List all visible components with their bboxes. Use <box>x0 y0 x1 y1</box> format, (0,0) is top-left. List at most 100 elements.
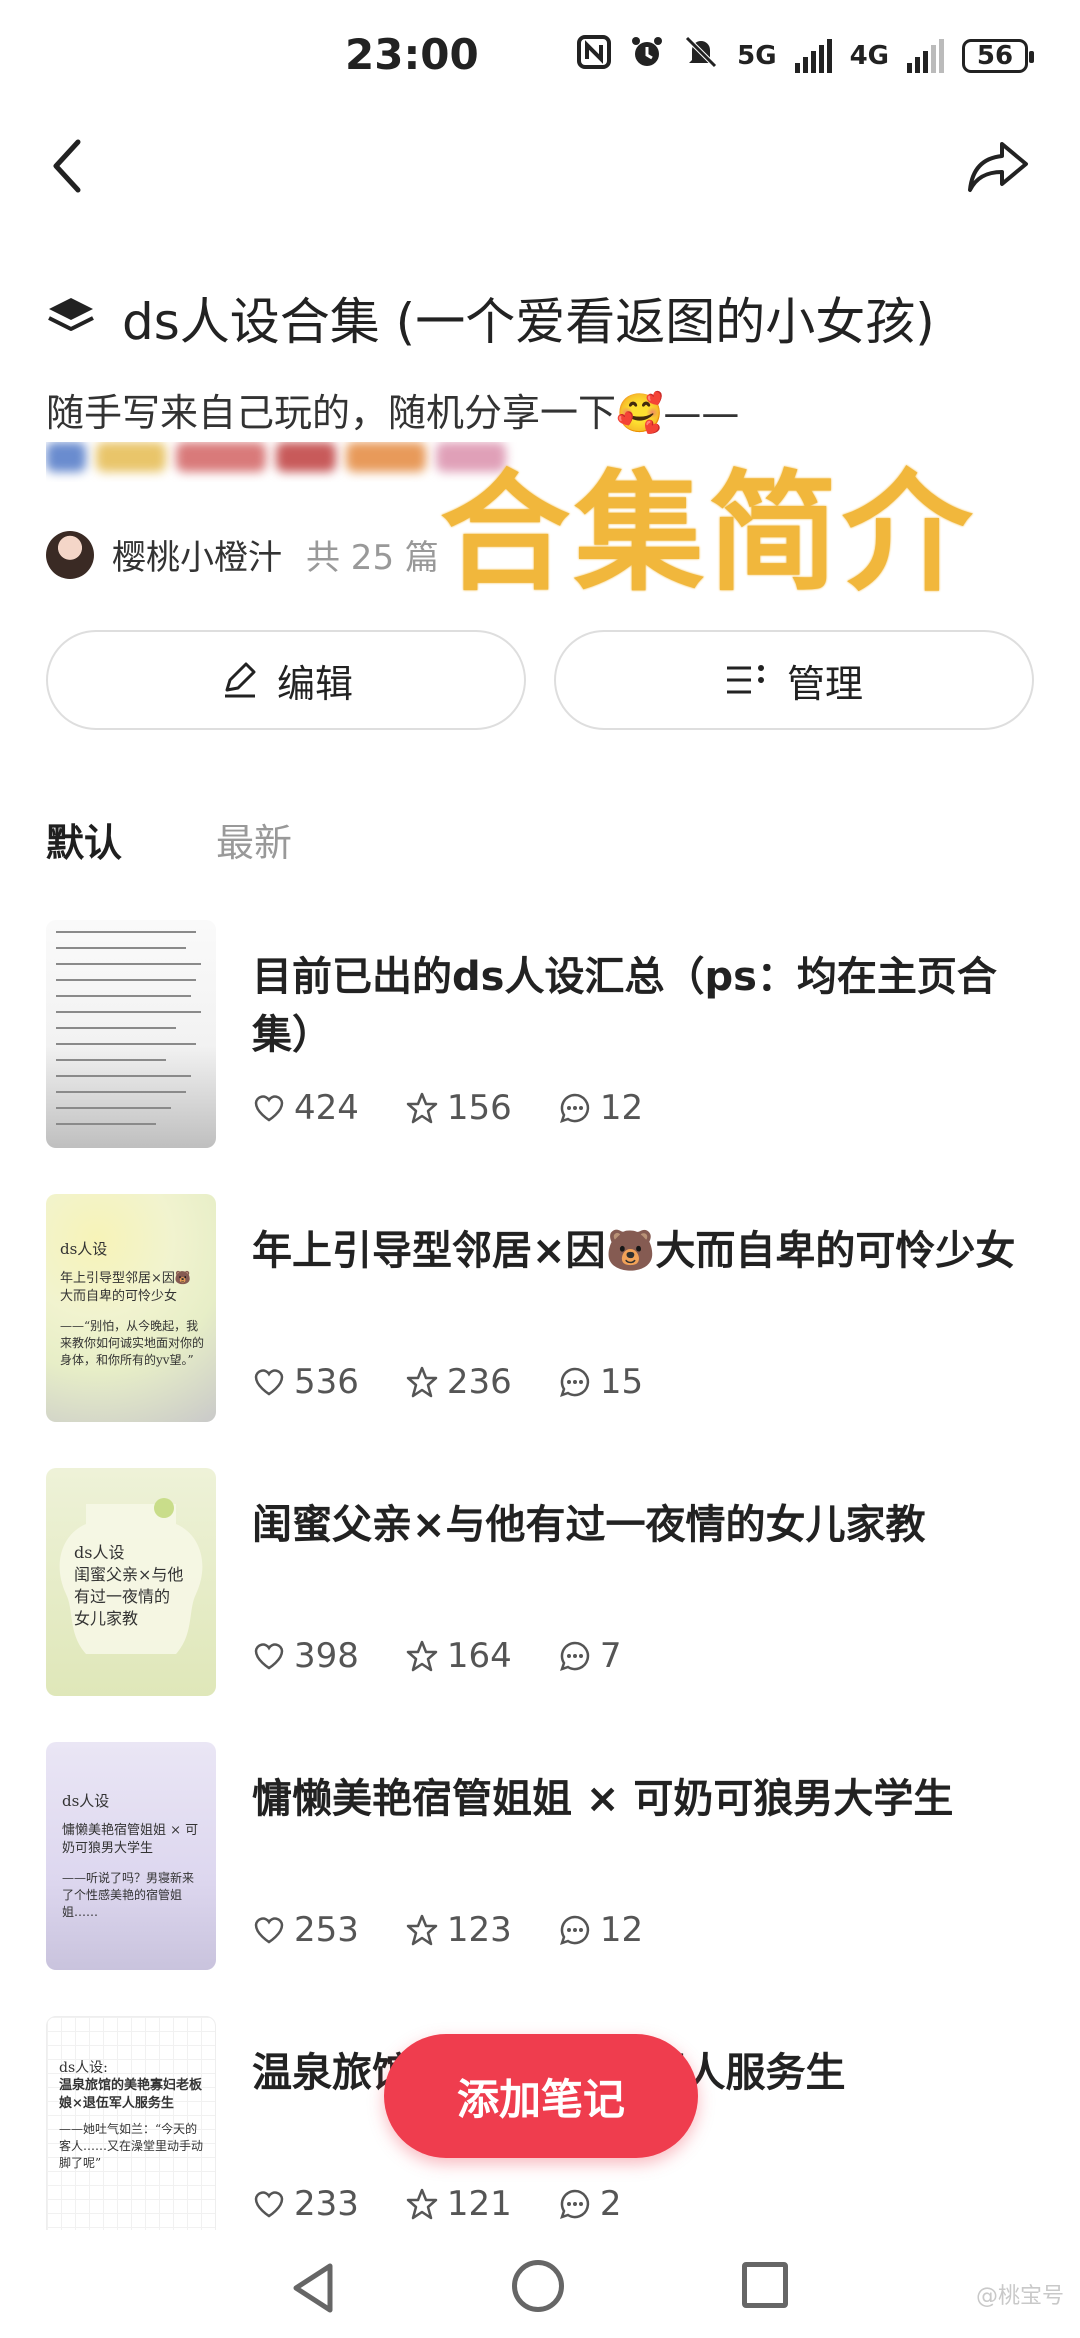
comment-stat[interactable]: 2 <box>558 2184 622 2224</box>
thumb-quote: ——听说了吗？男寝新来了个性感美艳的宿管姐姐…… <box>62 1871 195 1919</box>
thumb-tag: ds人设 <box>60 1240 108 1258</box>
note-title[interactable]: 年上引导型邻居×因🐻大而自卑的可怜少女 <box>252 1222 1042 1280</box>
note-stats: 536 236 15 <box>252 1362 643 1402</box>
heart-icon <box>254 2191 284 2218</box>
collection-title-row: ds人设合集 (一个爱看返图的小女孩) <box>46 282 935 354</box>
share-button[interactable] <box>964 136 1034 196</box>
alarm-icon <box>629 34 665 77</box>
comment-stat[interactable]: 15 <box>558 1362 643 1402</box>
note-stats: 253 123 12 <box>252 1910 643 1950</box>
like-stat[interactable]: 398 <box>252 1636 359 1676</box>
star-icon <box>406 1366 438 1398</box>
nav-back-button[interactable] <box>290 2262 336 2318</box>
nav-recents-button[interactable] <box>742 2262 788 2308</box>
like-count: 424 <box>294 1088 359 1128</box>
note-item[interactable]: ds人设 闺蜜父亲×与他 有过一夜情的 女儿家教 闺蜜父亲×与他有过一夜情的女儿… <box>46 1468 1036 1698</box>
comment-count: 12 <box>599 1910 644 1950</box>
star-stat[interactable]: 121 <box>405 2184 512 2224</box>
pencil-icon <box>224 662 256 698</box>
note-item[interactable]: ds人设 慵懒美艳宿管姐姐 × 可奶可狼男大学生 ——听说了吗？男寝新来了个性感… <box>46 1742 1036 1972</box>
comment-stat[interactable]: 7 <box>558 1636 622 1676</box>
author-name[interactable]: 樱桃小橙汁 <box>112 530 282 579</box>
like-stat[interactable]: 536 <box>252 1362 359 1402</box>
like-count: 253 <box>294 1910 359 1950</box>
network-4g-label: 4G <box>849 40 889 71</box>
layers-icon <box>48 298 94 331</box>
star-icon <box>406 1914 438 1946</box>
comment-icon <box>559 1641 589 1671</box>
share-arrow-icon <box>968 142 1028 192</box>
thumb-heading: 慵懒美艳宿管姐姐 × 可奶可狼男大学生 <box>62 1823 199 1856</box>
heart-icon <box>254 1643 284 1670</box>
edit-button[interactable]: 编辑 <box>46 630 526 730</box>
star-icon <box>406 1092 438 1124</box>
nav-home-button[interactable] <box>512 2260 564 2312</box>
author-row[interactable]: 樱桃小橙汁 共 25 篇 <box>46 530 439 579</box>
star-stat[interactable]: 236 <box>405 1362 512 1402</box>
note-title[interactable]: 慵懒美艳宿管姐姐 × 可奶可狼男大学生 <box>252 1770 1042 1828</box>
star-stat[interactable]: 123 <box>405 1910 512 1950</box>
like-stat[interactable]: 424 <box>252 1088 359 1128</box>
note-stats: 398 164 7 <box>252 1636 621 1676</box>
tab-default[interactable]: 默认 <box>46 812 122 867</box>
thumb-quote: ——“别怕，从今晚起，我来教你如何诚实地面对你的身体，和你所有的yv望。” <box>60 1319 205 1367</box>
like-count: 233 <box>294 2184 359 2224</box>
like-count: 398 <box>294 1636 359 1676</box>
battery-indicator: 56 <box>962 38 1034 73</box>
star-count: 123 <box>446 1910 512 1950</box>
avatar[interactable] <box>46 530 94 579</box>
note-count: 共 25 篇 <box>306 538 439 578</box>
star-stat[interactable]: 156 <box>405 1088 512 1128</box>
signal-5g-icon <box>794 38 832 73</box>
manage-label: 管理 <box>786 661 863 706</box>
note-title[interactable]: 闺蜜父亲×与他有过一夜情的女儿家教 <box>252 1496 1042 1554</box>
list-manage-icon <box>726 665 764 694</box>
star-count: 156 <box>446 1088 512 1128</box>
like-stat[interactable]: 233 <box>252 2184 359 2224</box>
mute-bell-icon <box>683 34 719 77</box>
comment-count: 15 <box>599 1362 644 1402</box>
heart-icon <box>254 1095 284 1122</box>
manage-button[interactable]: 管理 <box>554 630 1034 730</box>
signal-4g-icon <box>907 38 944 73</box>
thumb-title: ds人设 闺蜜父亲×与他 有过一夜情的 女儿家教 <box>74 1543 184 1628</box>
star-count: 236 <box>446 1362 512 1402</box>
note-item[interactable]: 目前已出的ds人设汇总（ps：均在主页合集） 424 156 12 <box>46 920 1036 1150</box>
collection-title: ds人设合集 (一个爱看返图的小女孩) <box>122 293 935 351</box>
like-count: 536 <box>294 1362 359 1402</box>
tab-latest[interactable]: 最新 <box>216 812 292 867</box>
thumb-heading: 年上引导型邻居×因🐻大而自卑的可怜少女 <box>60 1271 192 1304</box>
note-thumbnail: ds人设 慵懒美艳宿管姐姐 × 可奶可狼男大学生 ——听说了吗？男寝新来了个性感… <box>46 1742 216 1970</box>
comment-stat[interactable]: 12 <box>558 1910 643 1950</box>
comment-icon <box>559 1367 589 1397</box>
comment-count: 2 <box>599 2184 622 2224</box>
watermark: @桃宝号 <box>975 2284 1064 2309</box>
note-stats: 424 156 12 <box>252 1088 643 1128</box>
collection-intro-overlay: 合集简介 <box>440 457 977 609</box>
star-count: 164 <box>446 1636 512 1676</box>
note-thumbnail: ds人设 年上引导型邻居×因🐻大而自卑的可怜少女 ——“别怕，从今晚起，我来教你… <box>46 1194 216 1422</box>
note-title[interactable]: 目前已出的ds人设汇总（ps：均在主页合集） <box>252 948 1042 1064</box>
comment-count: 7 <box>599 1636 622 1676</box>
note-stats: 233 121 2 <box>252 2184 621 2224</box>
star-icon <box>406 1640 438 1672</box>
add-note-button[interactable]: 添加笔记 <box>384 2034 698 2158</box>
chevron-left-icon <box>53 139 81 193</box>
like-stat[interactable]: 253 <box>252 1910 359 1950</box>
edit-label: 编辑 <box>276 661 353 706</box>
heart-icon <box>254 1369 284 1396</box>
nfc-icon <box>577 35 612 76</box>
star-icon <box>406 2188 438 2220</box>
comment-stat[interactable]: 12 <box>558 1088 643 1128</box>
note-item[interactable]: ds人设 年上引导型邻居×因🐻大而自卑的可怜少女 ——“别怕，从今晚起，我来教你… <box>46 1194 1036 1424</box>
star-stat[interactable]: 164 <box>405 1636 512 1676</box>
back-button[interactable] <box>44 136 94 196</box>
status-icons: 5G 4G 56 <box>577 34 1034 77</box>
note-thumbnail: ds人设 闺蜜父亲×与他 有过一夜情的 女儿家教 <box>46 1468 216 1696</box>
comment-icon <box>559 1093 589 1123</box>
comment-icon <box>559 1915 589 1945</box>
star-count: 121 <box>446 2184 512 2224</box>
network-5g-label: 5G <box>737 40 777 71</box>
note-thumbnail: ds人设: 温泉旅馆的美艳寡妇老板娘×退伍军人服务生 ——她吐气如兰：“今天的客… <box>46 2016 216 2244</box>
thumb-quote: ——她吐气如兰：“今天的客人……又在澡堂里动手动脚了呢” <box>59 2122 204 2170</box>
